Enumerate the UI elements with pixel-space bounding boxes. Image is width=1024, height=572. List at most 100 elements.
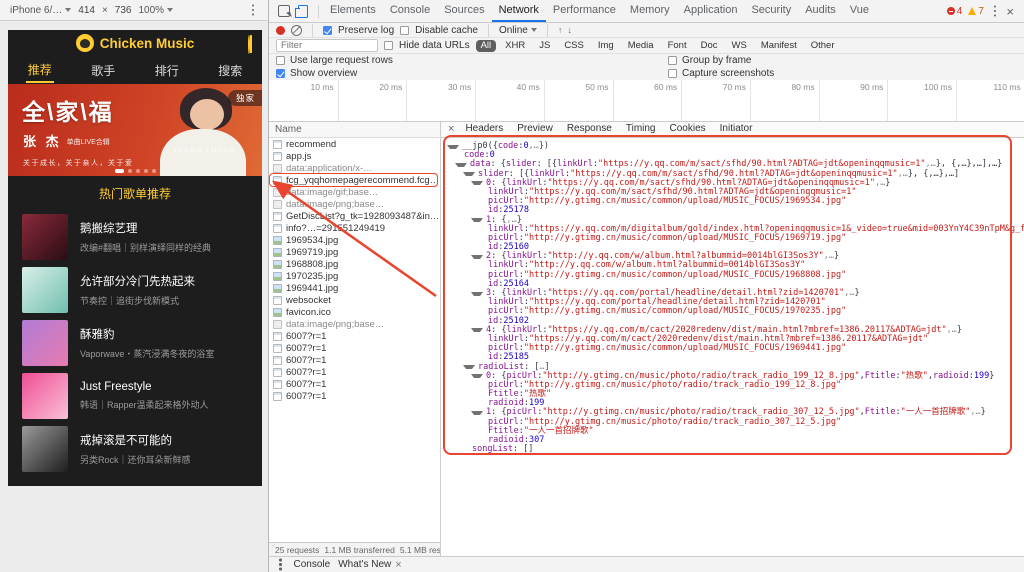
- throttling-select[interactable]: Online: [499, 25, 537, 36]
- request-row[interactable]: app.js: [269, 150, 440, 162]
- show-overview-checkbox[interactable]: [276, 69, 285, 78]
- slider-dot[interactable]: [127, 169, 132, 173]
- app-tab-1[interactable]: 歌手: [72, 56, 136, 84]
- more-options-icon[interactable]: [251, 8, 254, 12]
- detail-tab-preview[interactable]: Preview: [511, 122, 559, 137]
- filter-pill-css[interactable]: CSS: [559, 40, 589, 52]
- json-line[interactable]: songList: []: [443, 444, 1024, 454]
- devtools-tab-console[interactable]: Console: [383, 0, 437, 22]
- devtools-tab-security[interactable]: Security: [744, 0, 798, 22]
- group-by-frame-checkbox[interactable]: [668, 56, 677, 65]
- error-count-badge[interactable]: 4: [946, 6, 962, 17]
- json-line[interactable]: picUrl: "http://y.gtimg.cn/music/common/…: [443, 343, 1024, 353]
- filter-pill-ws[interactable]: WS: [727, 40, 752, 52]
- disable-cache-checkbox[interactable]: [400, 25, 410, 35]
- devtools-tab-vue[interactable]: Vue: [843, 0, 876, 22]
- inspect-element-icon[interactable]: [278, 5, 290, 17]
- json-line[interactable]: picUrl: "http://y.gtimg.cn/music/common/…: [443, 196, 1024, 206]
- request-row[interactable]: 6007?r=1: [269, 354, 440, 366]
- detail-tab-initiator[interactable]: Initiator: [714, 122, 759, 137]
- request-row[interactable]: data:image/png;base…: [269, 198, 440, 210]
- request-row[interactable]: fcg_yqqhomepagerecommend.fcg?g_tk=19…: [269, 173, 440, 187]
- user-icon[interactable]: [248, 35, 252, 54]
- app-tab-3[interactable]: 搜索: [199, 56, 263, 84]
- filter-pill-other[interactable]: Other: [806, 40, 840, 52]
- slider-dot[interactable]: [151, 169, 156, 173]
- slider-dot[interactable]: [135, 169, 140, 173]
- filter-pill-font[interactable]: Font: [663, 40, 692, 52]
- clear-network-log-icon[interactable]: [291, 24, 302, 36]
- expand-arrow-icon[interactable]: [471, 218, 483, 223]
- request-row[interactable]: data:image/png;base…: [269, 318, 440, 330]
- drawer-tab-console[interactable]: Console: [294, 559, 331, 570]
- playlist-item[interactable]: Just Freestyle 韩语｜Rapper温柔起来格外动人: [22, 369, 248, 422]
- devtools-tab-sources[interactable]: Sources: [437, 0, 491, 22]
- request-row[interactable]: websocket: [269, 294, 440, 306]
- expand-arrow-icon[interactable]: [471, 374, 483, 379]
- preserve-log-checkbox[interactable]: [323, 25, 332, 35]
- expand-arrow-icon[interactable]: [471, 254, 483, 259]
- request-row[interactable]: 1969719.jpg: [269, 246, 440, 258]
- expand-arrow-icon[interactable]: [471, 328, 483, 333]
- detail-tab-headers[interactable]: Headers: [459, 122, 509, 137]
- drawer-tab-whats-new[interactable]: What's New ×: [338, 559, 401, 571]
- request-row[interactable]: 1969534.jpg: [269, 234, 440, 246]
- expand-arrow-icon[interactable]: [447, 144, 459, 149]
- close-icon[interactable]: ×: [1006, 5, 1014, 18]
- expand-arrow-icon[interactable]: [471, 181, 483, 186]
- filter-pill-manifest[interactable]: Manifest: [756, 40, 802, 52]
- devtools-tab-performance[interactable]: Performance: [546, 0, 623, 22]
- request-row[interactable]: data:image/gif;base…: [269, 186, 440, 198]
- expand-arrow-icon[interactable]: [455, 162, 467, 167]
- device-width-field[interactable]: 414: [78, 5, 95, 16]
- app-tab-0[interactable]: 推荐: [8, 56, 72, 84]
- playlist-item[interactable]: 允许部分冷门先热起来 节奏控｜追街步伐新模式: [22, 263, 248, 316]
- zoom-select[interactable]: 100%: [138, 5, 174, 16]
- filter-pill-media[interactable]: Media: [623, 40, 659, 52]
- request-row[interactable]: 1969441.jpg: [269, 282, 440, 294]
- playlist-item[interactable]: 鹅搬综艺理 改编#翻唱｜别样演绎同样的经典: [22, 210, 248, 263]
- filter-pill-img[interactable]: Img: [593, 40, 619, 52]
- slider-dot[interactable]: [143, 169, 148, 173]
- request-row[interactable]: 6007?r=1: [269, 378, 440, 390]
- filter-pill-xhr[interactable]: XHR: [500, 40, 530, 52]
- request-row[interactable]: GetDiscList?g_tk=1928093487&inCharset=u…: [269, 210, 440, 222]
- warning-count-badge[interactable]: 7: [968, 6, 984, 17]
- import-har-icon[interactable]: ↑: [558, 25, 562, 35]
- filter-pill-all[interactable]: All: [475, 39, 497, 52]
- toggle-device-toolbar-icon[interactable]: [295, 4, 308, 18]
- banner-slider[interactable]: 独家 全\家\福 张 杰单曲LIVE合辑 JASON ZHANG 关于成长，关于…: [8, 84, 262, 176]
- device-height-field[interactable]: 736: [115, 5, 132, 16]
- playlist-item[interactable]: 酥雅豹 Vaporwave・蒸汽浸满冬夜的浴室: [22, 316, 248, 369]
- request-row[interactable]: 1970235.jpg: [269, 270, 440, 282]
- filter-pill-js[interactable]: JS: [534, 40, 555, 52]
- request-list-header[interactable]: Name: [269, 122, 440, 138]
- expand-arrow-icon[interactable]: [471, 291, 483, 296]
- close-icon[interactable]: ×: [395, 559, 401, 571]
- devtools-tab-elements[interactable]: Elements: [323, 0, 383, 22]
- json-line[interactable]: picUrl: "http://y.gtimg.cn/music/common/…: [443, 233, 1024, 243]
- app-tab-2[interactable]: 排行: [135, 56, 199, 84]
- slider-dot[interactable]: [114, 169, 124, 173]
- detail-tab-timing[interactable]: Timing: [620, 122, 662, 137]
- json-line[interactable]: id: 25178: [443, 206, 1024, 215]
- request-row[interactable]: data:application/x-…: [269, 162, 440, 174]
- network-overview-timeline[interactable]: 10 ms 20 ms 30 ms 40 ms 50 ms 60 ms 70 ms 80 ms…: [269, 80, 1024, 122]
- request-row[interactable]: 1968808.jpg: [269, 258, 440, 270]
- request-row[interactable]: 6007?r=1: [269, 390, 440, 402]
- request-row[interactable]: 6007?r=1: [269, 330, 440, 342]
- use-large-request-rows-checkbox[interactable]: [276, 56, 285, 65]
- expand-arrow-icon[interactable]: [471, 411, 483, 416]
- filter-pill-doc[interactable]: Doc: [696, 40, 723, 52]
- detail-tab-response[interactable]: Response: [561, 122, 618, 137]
- drawer-menu-icon[interactable]: [279, 563, 282, 566]
- devtools-tab-memory[interactable]: Memory: [623, 0, 677, 22]
- request-row[interactable]: 6007?r=1: [269, 342, 440, 354]
- hide-data-urls-checkbox[interactable]: [384, 41, 393, 50]
- request-row[interactable]: 6007?r=1: [269, 366, 440, 378]
- filter-input[interactable]: [276, 39, 378, 52]
- device-select[interactable]: iPhone 6/…: [10, 5, 72, 16]
- export-har-icon[interactable]: ↓: [567, 25, 571, 35]
- capture-screenshots-checkbox[interactable]: [668, 69, 677, 78]
- expand-arrow-icon[interactable]: [463, 172, 475, 177]
